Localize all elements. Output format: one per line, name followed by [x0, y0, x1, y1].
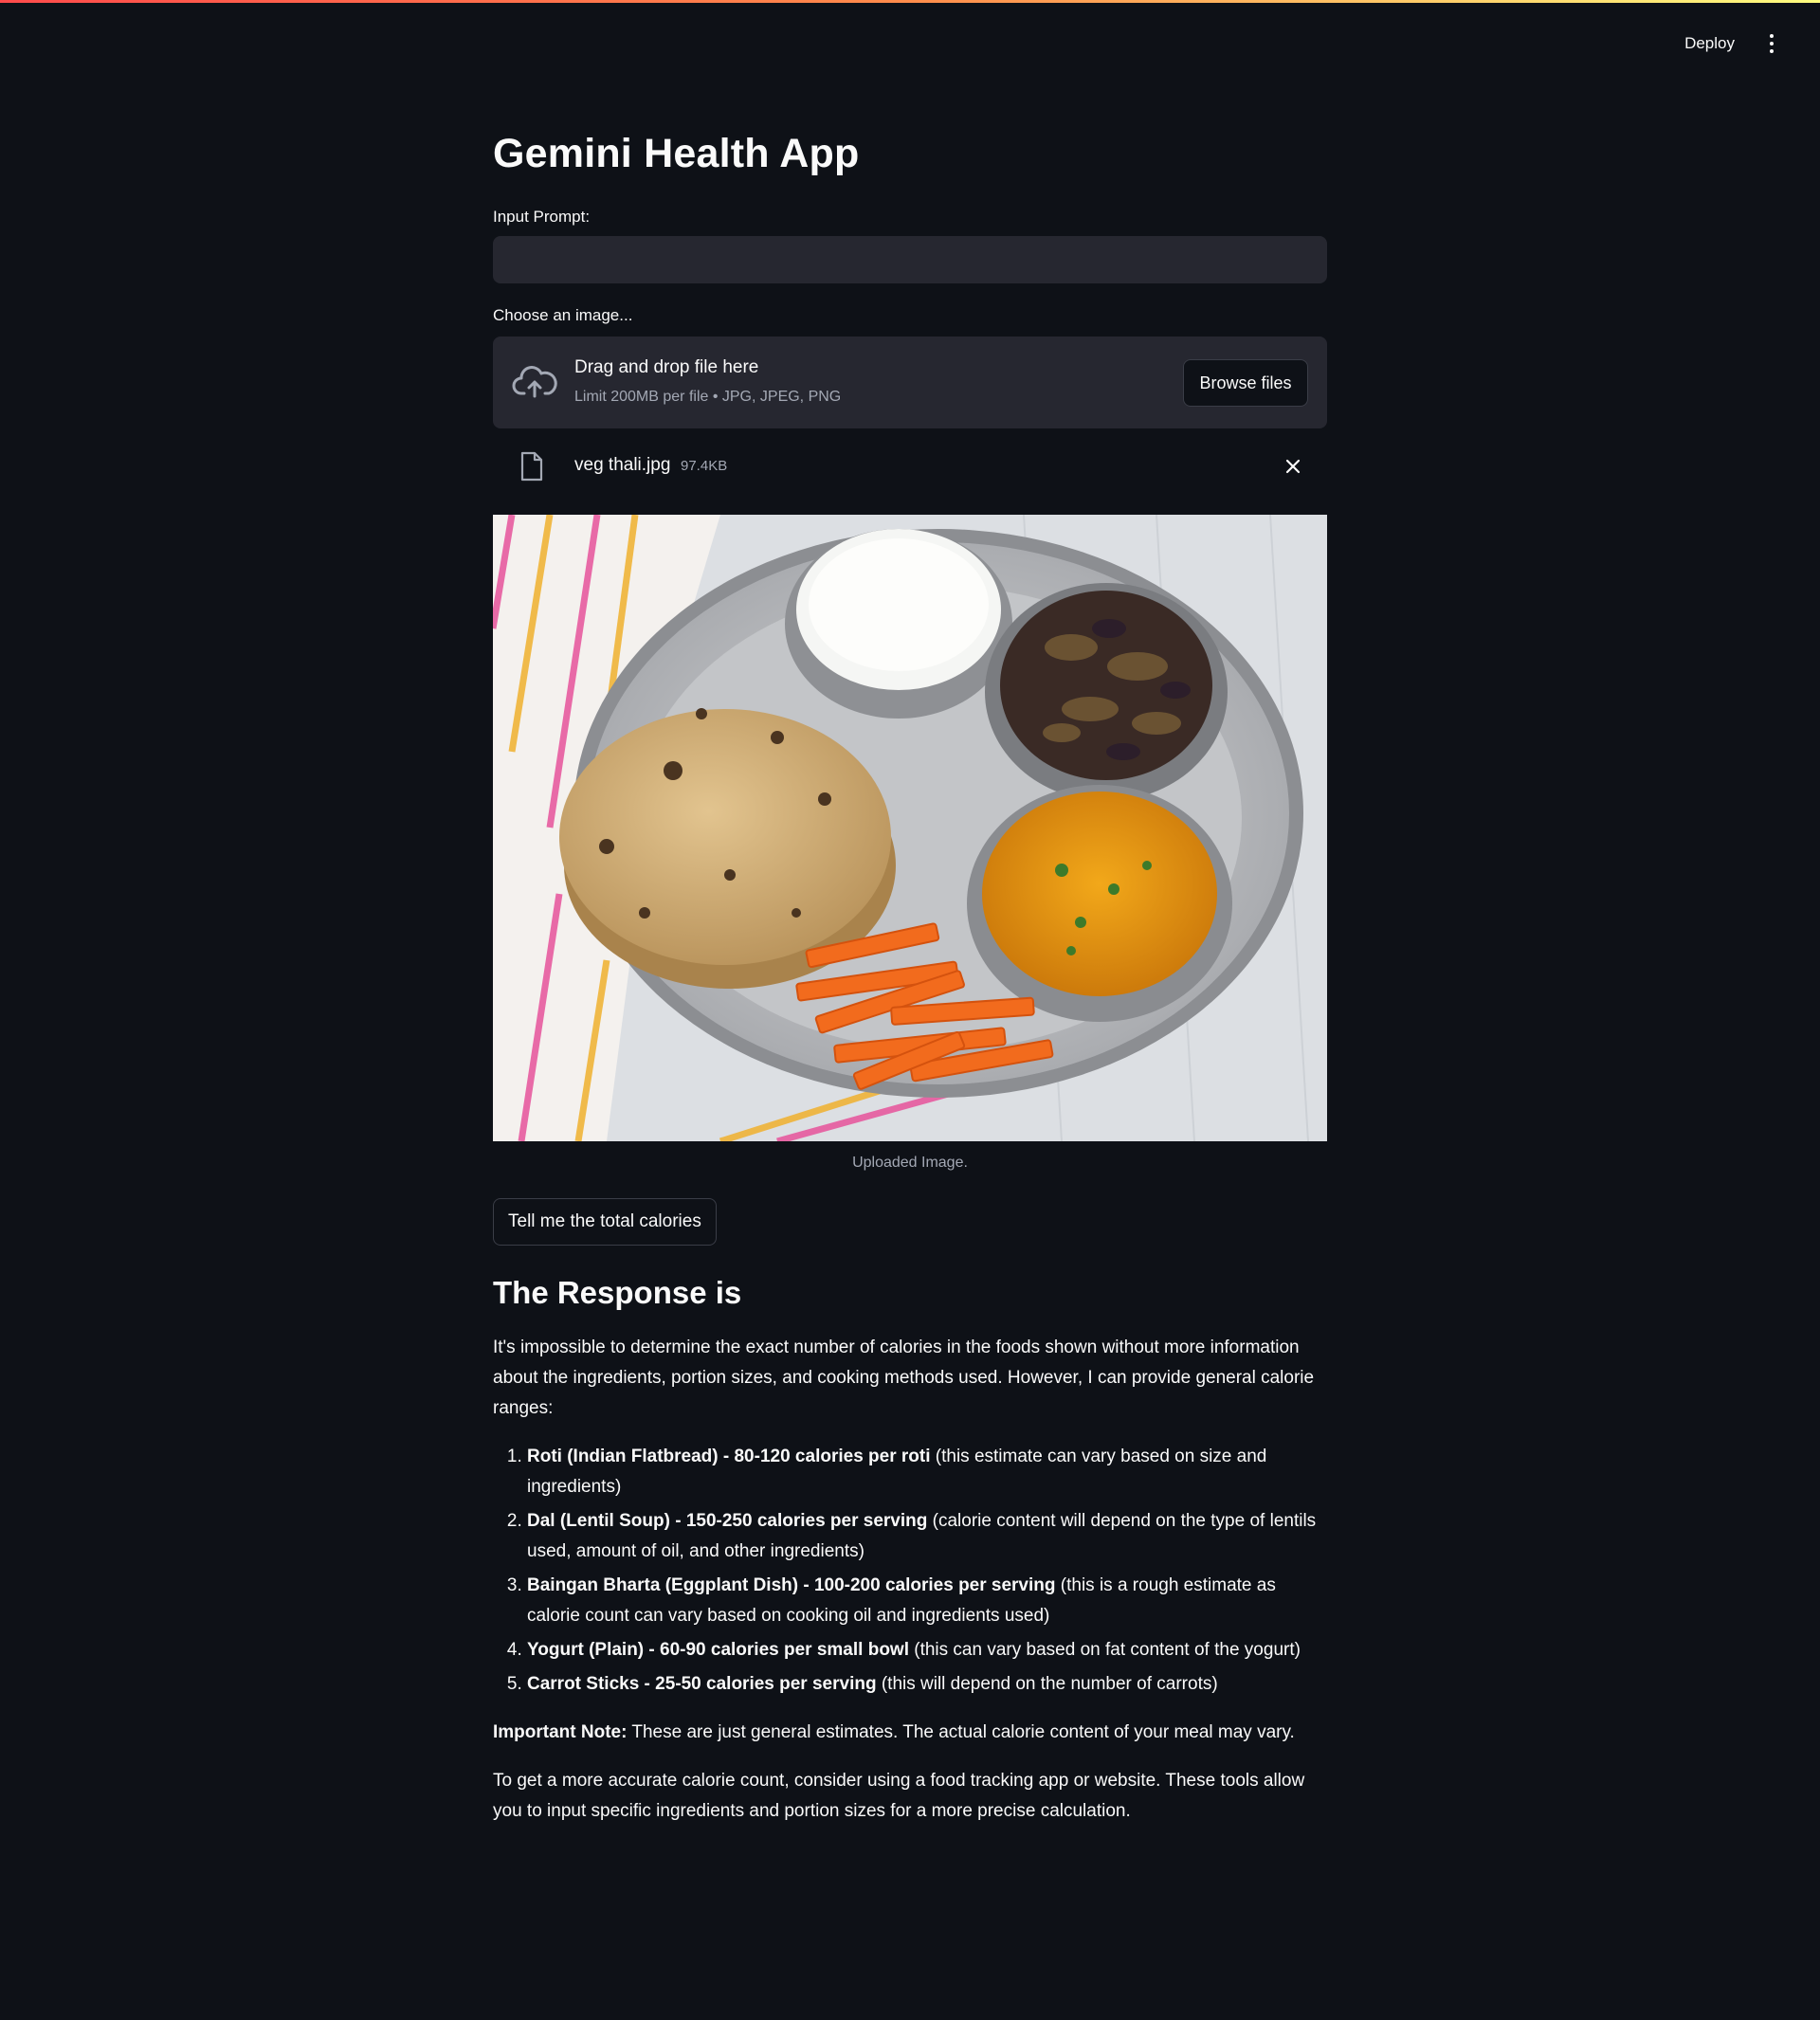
image-caption: Uploaded Image.	[852, 1155, 968, 1171]
close-icon[interactable]	[1280, 453, 1306, 480]
file-name: veg thali.jpg	[574, 455, 671, 475]
response-closing: To get a more accurate calorie count, co…	[493, 1771, 1305, 1821]
file-dropzone[interactable]: Drag and drop file here Limit 200MB per …	[493, 337, 1327, 428]
calculate-calories-button[interactable]: Tell me the total calories	[493, 1198, 717, 1246]
dropzone-limit-text: Limit 200MB per file • JPG, JPEG, PNG	[574, 389, 842, 405]
file-icon	[520, 451, 543, 482]
response-body: It's impossible to determine the exact n…	[493, 1333, 1327, 1845]
response-intro: It's impossible to determine the exact n…	[493, 1338, 1315, 1418]
file-size: 97.4KB	[681, 458, 728, 474]
response-heading: The Response is	[493, 1275, 742, 1310]
calorie-list: Roti (Indian Flatbread) - 80-120 calorie…	[493, 1442, 1327, 1700]
list-item: Dal (Lentil Soup) - 150-250 calories per…	[527, 1506, 1327, 1567]
page-title: Gemini Health App	[493, 131, 860, 176]
list-item: Yogurt (Plain) - 60-90 calories per smal…	[527, 1635, 1327, 1665]
deploy-button[interactable]: Deploy	[1675, 28, 1744, 59]
list-item: Roti (Indian Flatbread) - 80-120 calorie…	[527, 1442, 1327, 1502]
app-header: Deploy	[0, 0, 1820, 85]
list-item: Carrot Sticks - 25-50 calories per servi…	[527, 1669, 1327, 1700]
cloud-upload-icon	[512, 366, 557, 398]
uploaded-image	[493, 515, 1327, 1141]
browse-files-button[interactable]: Browse files	[1183, 359, 1308, 407]
important-note: Important Note: These are just general e…	[493, 1722, 1295, 1742]
prompt-label: Input Prompt:	[493, 208, 591, 226]
list-item: Baingan Bharta (Eggplant Dish) - 100-200…	[527, 1571, 1327, 1631]
uploader-label: Choose an image...	[493, 306, 633, 324]
dropzone-title: Drag and drop file here	[574, 357, 759, 377]
uploaded-file-row: veg thali.jpg 97.4KB	[493, 444, 1327, 489]
prompt-input[interactable]	[493, 236, 1327, 283]
kebab-menu-icon[interactable]	[1759, 30, 1784, 57]
